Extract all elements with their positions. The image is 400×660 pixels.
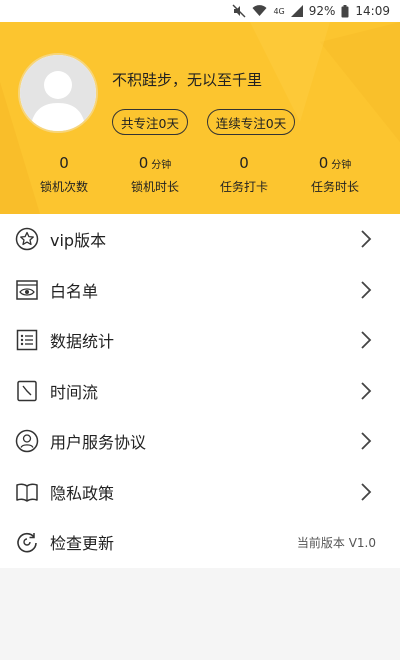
app-version-text: 当前版本 V1.0 [296, 535, 376, 550]
profile-motto: 不积跬步，无以至千里 [112, 71, 263, 89]
menu-item-user-agreement[interactable]: 用户服务协议 [0, 416, 400, 467]
battery-icon [341, 4, 349, 18]
clock-icon [14, 378, 40, 404]
menu-item-label: 数据统计 [50, 332, 115, 352]
menu-item-label: 用户服务协议 [50, 433, 147, 453]
menu-item-label: 检查更新 [50, 534, 115, 554]
stat-value: 0 [59, 154, 69, 172]
settings-menu: vip版本 白名单 数据统计 时间流 用户服务协议 隐私政策 检查更新 当前版本… [0, 214, 400, 568]
clock-time: 14:09 [355, 4, 390, 18]
avatar[interactable] [18, 53, 98, 133]
menu-item-label: 时间流 [50, 382, 99, 402]
refresh-icon [14, 529, 40, 555]
eye-icon [14, 277, 40, 303]
focus-streak-badge: 连续专注0天 [207, 109, 295, 135]
stat-task-duration: 0 分钟 任务时长 [290, 154, 380, 195]
menu-item-label: 隐私政策 [50, 483, 115, 503]
stat-label: 锁机时长 [130, 180, 179, 194]
stat-label: 锁机次数 [39, 180, 88, 194]
stat-value: 0 [318, 154, 329, 172]
stat-lock-duration: 0 分钟 锁机时长 [110, 154, 200, 195]
chevron-right-icon [361, 432, 372, 450]
menu-item-vip[interactable]: vip版本 [0, 214, 400, 265]
signal-icon [290, 5, 303, 17]
chevron-right-icon [361, 230, 372, 248]
stats-row: 0 锁机次数 0 分钟 锁机时长 0 任务打卡 0 分钟 任务时长 [0, 154, 400, 204]
stat-label: 任务时长 [310, 180, 359, 194]
menu-item-label: 白名单 [50, 281, 99, 301]
menu-item-statistics[interactable]: 数据统计 [0, 315, 400, 366]
menu-item-check-update[interactable]: 检查更新 当前版本 V1.0 [0, 517, 400, 568]
menu-item-whitelist[interactable]: 白名单 [0, 265, 400, 316]
chevron-right-icon [361, 382, 372, 400]
user-icon [14, 428, 40, 454]
chevron-right-icon [361, 331, 372, 349]
status-bar: 4G 92% 14:09 [0, 0, 400, 22]
menu-item-timeline[interactable]: 时间流 [0, 366, 400, 417]
user-avatar-icon [20, 55, 96, 131]
chevron-right-icon [361, 281, 372, 299]
wifi-icon [252, 5, 267, 17]
stat-value: 0 [138, 154, 149, 172]
stat-unit: 分钟 [151, 160, 172, 171]
chevron-right-icon [361, 483, 372, 501]
battery-percent: 92% [308, 4, 336, 18]
menu-item-label: vip版本 [50, 231, 107, 251]
stat-value: 0 [239, 154, 249, 172]
focus-total-badge: 共专注0天 [112, 109, 188, 135]
star-icon [14, 226, 40, 252]
profile-header: 不积跬步，无以至千里 共专注0天 连续专注0天 0 锁机次数 0 分钟 锁机时长 … [0, 22, 400, 214]
book-icon [14, 479, 40, 505]
menu-item-privacy-policy[interactable]: 隐私政策 [0, 467, 400, 518]
stat-lock-count: 0 锁机次数 [19, 154, 109, 195]
stat-unit: 分钟 [331, 160, 352, 171]
network-type: 4G [273, 6, 285, 16]
stat-task-checkin: 0 任务打卡 [199, 154, 289, 195]
mute-icon [232, 4, 246, 18]
list-icon [14, 327, 40, 353]
stat-label: 任务打卡 [219, 180, 268, 194]
